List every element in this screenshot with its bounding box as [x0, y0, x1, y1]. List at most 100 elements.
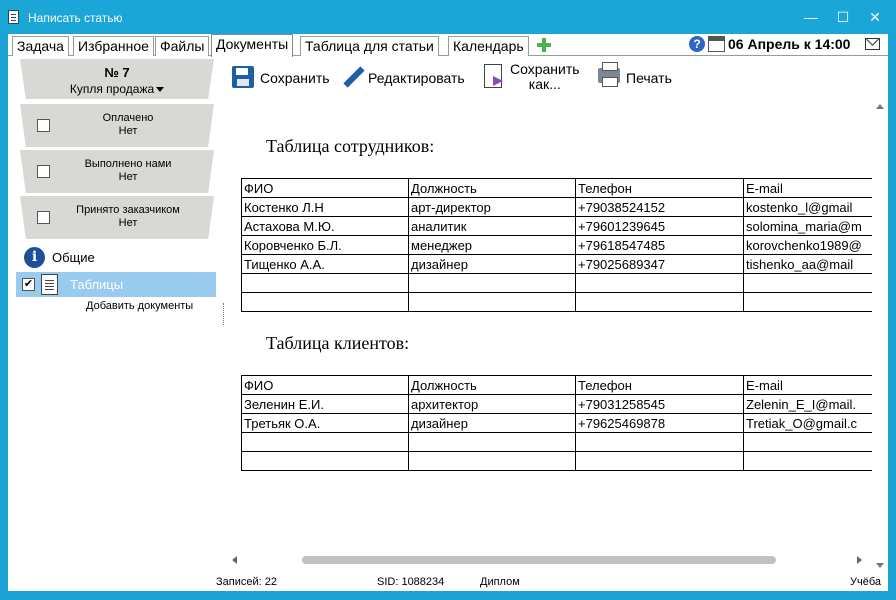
scroll-up-icon[interactable] [876, 104, 884, 109]
table-cell [408, 451, 576, 471]
tab-task[interactable]: Задача [12, 36, 69, 56]
table-row: Тищенко А.А. дизайнер +79025689347 tishe… [241, 254, 872, 274]
header-cell: Телефон [575, 375, 744, 395]
table-row: Костенко Л.Н арт-директор +79038524152 k… [241, 197, 872, 217]
table-cell: дизайнер [408, 413, 576, 433]
status-paid-title: Оплачено [102, 112, 154, 124]
status-bar: Записей: 22 SID: 1088234 Диплом Учёба [8, 573, 888, 591]
tree-item-tables[interactable]: ✔ Таблицы [16, 272, 216, 297]
horizontal-scrollbar[interactable] [230, 552, 872, 568]
accepted-checkbox[interactable] [37, 211, 50, 224]
table-cell: Zelenin_E_I@mail. [743, 394, 872, 414]
ticket-type-label: Купля продажа [69, 82, 155, 96]
save-as-label-line2: как... [528, 76, 561, 92]
scroll-right-icon[interactable] [857, 556, 862, 564]
ticket-card[interactable]: № 7 Купля продажа [20, 59, 214, 99]
window-title: Написать статью [28, 11, 123, 25]
mail-icon[interactable] [865, 38, 880, 50]
table-cell: +79031258545 [575, 394, 744, 414]
status-accepted-text: Принято заказчиком Нет [50, 204, 206, 230]
tab-documents[interactable]: Документы [211, 34, 294, 57]
table-cell: +79025689347 [575, 254, 744, 274]
table-cell: solomina_maria@m [743, 216, 872, 236]
paid-checkbox[interactable] [37, 119, 50, 132]
scrollbar-thumb[interactable] [302, 556, 776, 564]
document-icon [41, 274, 58, 295]
table-cell: tishenko_aa@mail [743, 254, 872, 274]
status-done-by-us[interactable]: Выполнено нами Нет [20, 150, 214, 193]
table-cell: Третьяк О.А. [241, 413, 409, 433]
tab-article-table[interactable]: Таблица для статьи [300, 36, 439, 56]
tab-files[interactable]: Файлы [155, 36, 210, 56]
session-id: SID: 1088234 [377, 576, 445, 588]
add-tab-icon[interactable] [536, 37, 552, 53]
table-cell [241, 292, 409, 312]
done-by-us-checkbox[interactable] [37, 165, 50, 178]
table-cell: Коровченко Б.Л. [241, 235, 409, 255]
status-accepted[interactable]: Принято заказчиком Нет [20, 196, 214, 239]
help-icon[interactable]: ? [689, 36, 705, 52]
tables-checkbox[interactable]: ✔ [22, 278, 35, 291]
table-cell: Tretiak_O@gmail.c [743, 413, 872, 433]
splitter-handle[interactable] [223, 303, 225, 325]
save-icon [232, 66, 254, 88]
table-row [241, 292, 872, 312]
scroll-left-icon[interactable] [232, 556, 237, 564]
table-row: Коровченко Б.Л. менеджер +79618547485 ko… [241, 235, 872, 255]
save-button[interactable]: Сохранить [230, 60, 334, 98]
status-paid-value: Нет [118, 125, 138, 137]
document-icon [8, 10, 19, 24]
vertical-scrollbar[interactable] [872, 100, 888, 570]
scroll-down-icon[interactable] [876, 563, 884, 568]
minimize-button[interactable]: — [800, 6, 822, 28]
table-row: Зеленин Е.И. архитектор +79031258545 Zel… [241, 394, 872, 414]
status-done-title: Выполнено нами [84, 158, 172, 170]
tree-item-general[interactable]: i Общие [16, 245, 216, 270]
status-paid-text: Оплачено Нет [50, 112, 206, 138]
status-done-text: Выполнено нами Нет [50, 158, 206, 184]
printer-icon [598, 62, 620, 87]
close-button[interactable]: ✕ [864, 6, 886, 28]
header-cell: Телефон [575, 178, 744, 198]
calendar-clock-icon[interactable] [708, 36, 725, 52]
info-icon: i [24, 247, 45, 268]
table-row [241, 451, 872, 471]
save-as-icon [484, 64, 503, 88]
save-as-label-line1: Сохранить [510, 61, 580, 77]
clients-table-title: Таблица клиентов: [266, 333, 410, 353]
table-cell: +79618547485 [575, 235, 744, 255]
edit-button[interactable]: Редактировать [338, 60, 474, 98]
table-cell: дизайнер [408, 254, 576, 274]
tab-calendar[interactable]: Календарь [448, 36, 529, 56]
table-row: Третьяк О.А. дизайнер +79625469878 Treti… [241, 413, 872, 433]
table-cell: аналитик [408, 216, 576, 236]
maximize-button[interactable]: ☐ [832, 6, 854, 28]
tree-item-tables-label: Таблицы [70, 277, 124, 292]
table-header-row: ФИО Должность Телефон E-mail [241, 178, 872, 198]
header-cell: ФИО [241, 375, 409, 395]
table-cell [408, 432, 576, 452]
table-row [241, 273, 872, 293]
save-as-button[interactable]: Сохранить как... [480, 60, 590, 98]
print-button[interactable]: Печать [596, 60, 676, 98]
document-view[interactable]: Таблица сотрудников: ФИО Должность Телеф… [230, 100, 872, 570]
table-cell [241, 451, 409, 471]
table-row: Астахова М.Ю. аналитик +79601239645 solo… [241, 216, 872, 236]
main-window: Задача Избранное Файлы Документы Таблица… [8, 34, 888, 591]
status-paid[interactable]: Оплачено Нет [20, 104, 214, 147]
document-toolbar: Сохранить Редактировать Сохранить как... … [230, 60, 880, 98]
tab-favorites[interactable]: Избранное [73, 36, 154, 56]
sidebar: № 7 Купля продажа Оплачено Нет Выполнено … [8, 57, 225, 573]
employees-table: ФИО Должность Телефон E-mail Костенко Л.… [241, 178, 872, 312]
table-cell: арт-директор [408, 197, 576, 217]
ticket-type-dropdown[interactable]: Купля продажа [20, 82, 214, 96]
table-cell: +79601239645 [575, 216, 744, 236]
status-done-value: Нет [118, 171, 138, 183]
add-documents-link[interactable]: Добавить документы [86, 300, 193, 312]
print-label: Печать [626, 70, 672, 86]
header-cell: E-mail [743, 178, 872, 198]
table-cell [241, 273, 409, 293]
clients-table: ФИО Должность Телефон E-mail Зеленин Е.И… [241, 375, 872, 471]
ticket-number: № 7 [104, 65, 130, 80]
table-cell: +79625469878 [575, 413, 744, 433]
